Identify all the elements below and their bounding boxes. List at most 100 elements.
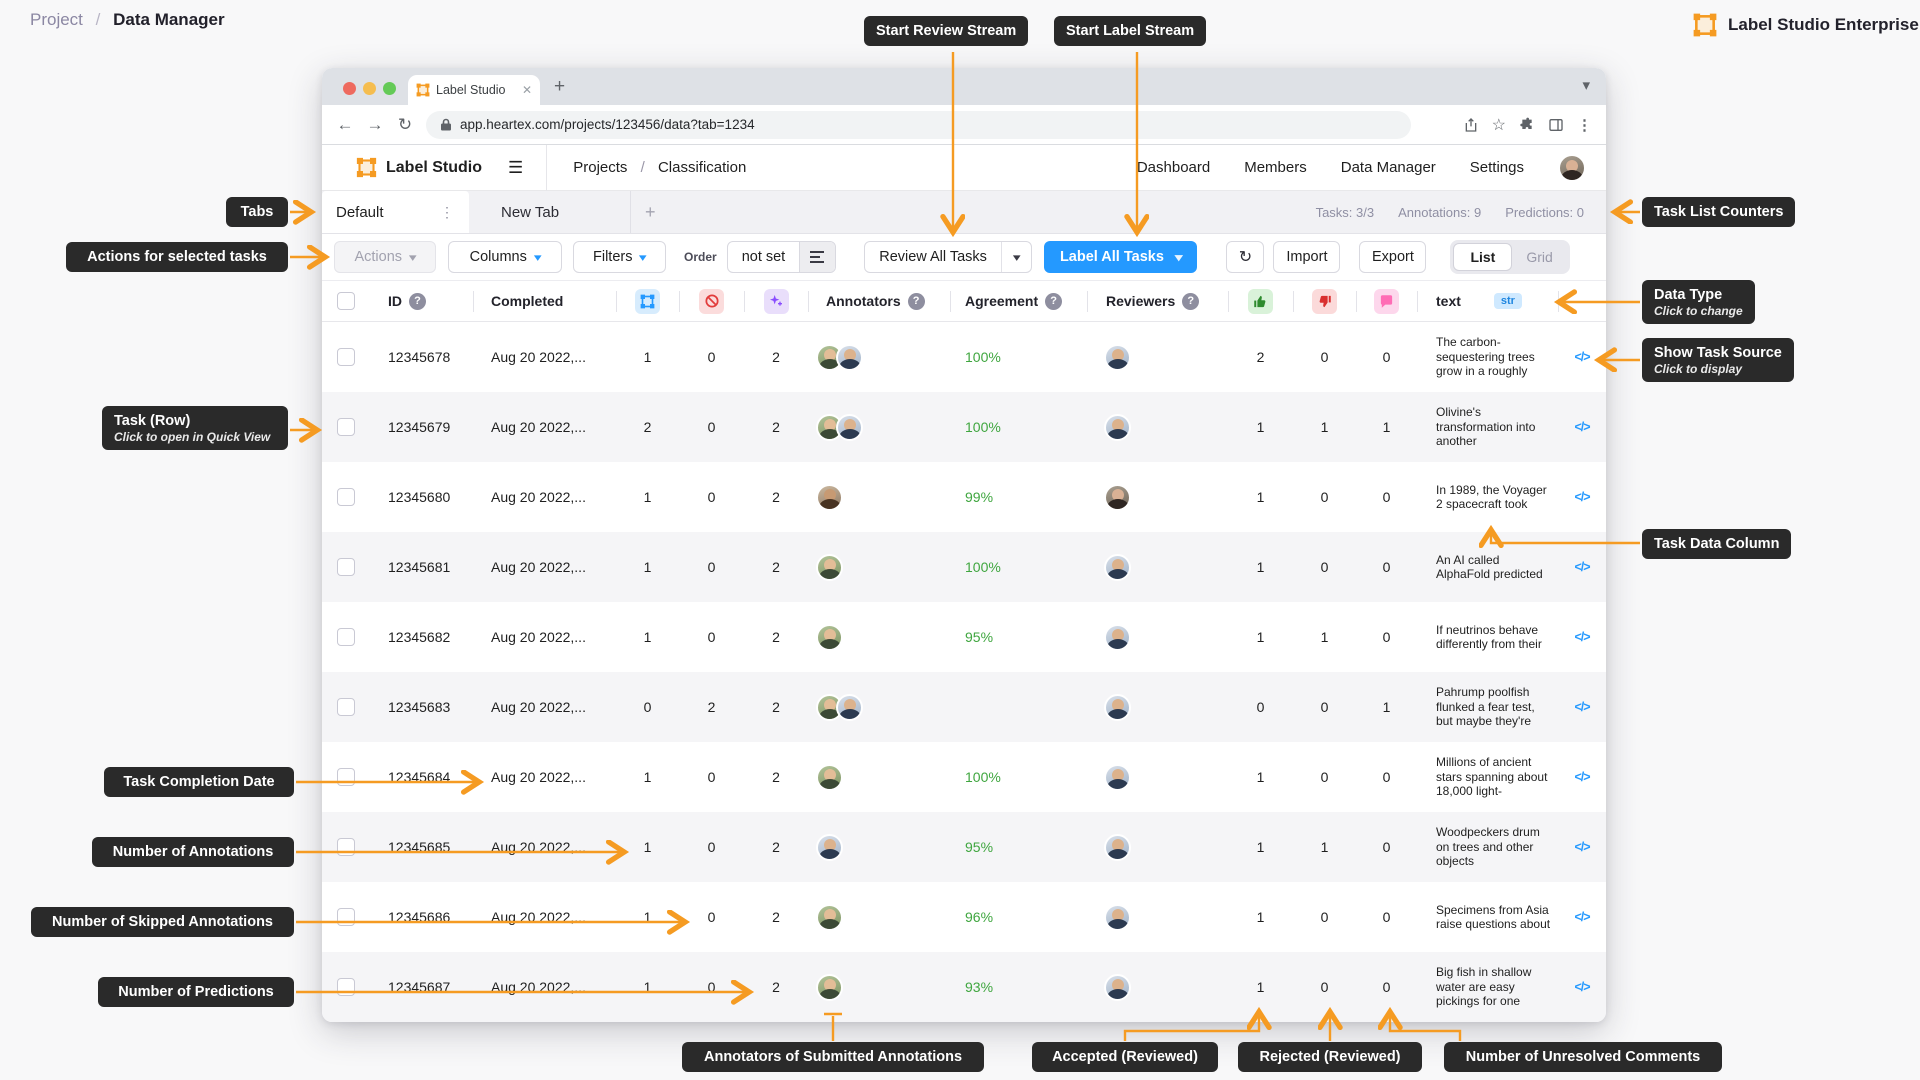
table-row[interactable]: 12345682Aug 20 2022,...10295%110If neutr… [322,602,1606,672]
export-button[interactable]: Export [1359,241,1426,273]
hamburger-menu-icon[interactable]: ☰ [508,158,523,178]
back-icon[interactable]: ← [330,115,360,135]
show-source-code-icon[interactable]: </> [1574,980,1589,994]
show-source-code-icon[interactable]: </> [1574,350,1589,364]
table-row[interactable]: 12345678Aug 20 2022,...102100%200The car… [322,322,1606,392]
row-checkbox[interactable] [337,558,355,576]
import-button[interactable]: Import [1273,241,1340,273]
user-avatar[interactable] [1558,154,1586,182]
order-dropdown[interactable]: not set [727,241,837,273]
annotations-count-icon[interactable] [635,289,660,314]
annotator-avatar[interactable] [816,484,843,511]
col-id-label[interactable]: ID [388,293,402,309]
nav-dashboard[interactable]: Dashboard [1137,159,1210,176]
annotator-avatar[interactable] [836,694,863,721]
tab-close-icon[interactable]: ✕ [522,83,532,97]
new-tab-icon[interactable]: + [554,76,565,98]
predictions-icon[interactable] [764,289,789,314]
app-logo[interactable]: Label Studio [356,157,482,178]
row-checkbox[interactable] [337,908,355,926]
window-maximize-button[interactable] [383,82,396,95]
reviewer-avatar[interactable] [1104,624,1131,651]
col-reviewers-label[interactable]: Reviewers [1106,293,1175,309]
columns-dropdown[interactable]: Columns▾ [448,241,562,273]
reviewer-avatar[interactable] [1104,764,1131,791]
reload-icon[interactable]: ↻ [390,115,420,135]
filters-dropdown[interactable]: Filters▾ [573,241,666,273]
annotator-avatar[interactable] [836,414,863,441]
data-type-badge[interactable]: str [1494,293,1522,309]
review-all-tasks-button[interactable]: Review All Tasks ▾ [864,241,1032,273]
bookmark-star-icon[interactable]: ☆ [1492,115,1506,135]
reviewer-avatar[interactable] [1104,344,1131,371]
row-checkbox[interactable] [337,488,355,506]
row-checkbox[interactable] [337,628,355,646]
nav-settings[interactable]: Settings [1470,159,1524,176]
table-row[interactable]: 12345686Aug 20 2022,...10296%100Specimen… [322,882,1606,952]
row-checkbox[interactable] [337,978,355,996]
tab-default[interactable]: Default ⋮ [322,191,469,233]
reviewer-avatar[interactable] [1104,904,1131,931]
comments-icon[interactable] [1374,289,1399,314]
chevron-down-icon[interactable]: ▾ [1582,76,1590,94]
browser-menu-kebab-icon[interactable]: ⋮ [1577,116,1592,134]
show-source-code-icon[interactable]: </> [1574,560,1589,574]
help-icon[interactable]: ? [908,293,925,310]
grid-view-button[interactable]: Grid [1512,249,1566,265]
show-source-code-icon[interactable]: </> [1574,770,1589,784]
row-checkbox[interactable] [337,768,355,786]
annotator-avatar[interactable] [816,624,843,651]
show-source-code-icon[interactable]: </> [1574,700,1589,714]
help-icon[interactable]: ? [409,293,426,310]
breadcrumb-projects-link[interactable]: Projects [573,159,627,176]
reviewer-avatar[interactable] [1104,484,1131,511]
show-source-code-icon[interactable]: </> [1574,420,1589,434]
table-row[interactable]: 12345679Aug 20 2022,...202100%111Olivine… [322,392,1606,462]
row-checkbox[interactable] [337,838,355,856]
table-row[interactable]: 12345684Aug 20 2022,...102100%100Million… [322,742,1606,812]
share-icon[interactable] [1463,117,1479,133]
forward-icon[interactable]: → [360,115,390,135]
breadcrumb-section[interactable]: Project [30,10,83,29]
tab-options-kebab-icon[interactable]: ⋮ [440,204,455,221]
reviewer-avatar[interactable] [1104,554,1131,581]
annotator-avatar[interactable] [816,974,843,1001]
table-row[interactable]: 12345681Aug 20 2022,...102100%100An AI c… [322,532,1606,602]
annotator-avatar[interactable] [816,764,843,791]
show-source-code-icon[interactable]: </> [1574,840,1589,854]
nav-members[interactable]: Members [1244,159,1307,176]
col-agreement-label[interactable]: Agreement [965,293,1038,309]
annotator-avatar[interactable] [816,904,843,931]
annotator-avatar[interactable] [816,554,843,581]
table-row[interactable]: 12345685Aug 20 2022,...10295%110Woodpeck… [322,812,1606,882]
extensions-puzzle-icon[interactable] [1519,117,1535,133]
reviewer-avatar[interactable] [1104,834,1131,861]
reviewer-avatar[interactable] [1104,414,1131,441]
rejected-thumb-down-icon[interactable] [1312,289,1337,314]
col-completed-label[interactable]: Completed [491,293,563,309]
refresh-button[interactable]: ↻ [1226,241,1264,273]
help-icon[interactable]: ? [1045,293,1062,310]
table-row[interactable]: 12345687Aug 20 2022,...10293%100Big fish… [322,952,1606,1022]
annotator-avatar[interactable] [836,344,863,371]
side-panel-icon[interactable] [1548,117,1564,133]
label-all-tasks-button[interactable]: Label All Tasks ▾ [1044,241,1198,273]
tab-new-tab[interactable]: New Tab [469,191,631,233]
show-source-code-icon[interactable]: </> [1574,490,1589,504]
help-icon[interactable]: ? [1182,293,1199,310]
window-minimize-button[interactable] [363,82,376,95]
accepted-thumb-up-icon[interactable] [1248,289,1273,314]
skipped-annotations-icon[interactable] [699,289,724,314]
reviewer-avatar[interactable] [1104,694,1131,721]
table-row[interactable]: 12345680Aug 20 2022,...10299%100In 1989,… [322,462,1606,532]
row-checkbox[interactable] [337,418,355,436]
row-checkbox[interactable] [337,348,355,366]
show-source-code-icon[interactable]: </> [1574,910,1589,924]
row-checkbox[interactable] [337,698,355,716]
sort-icon[interactable] [799,242,835,272]
annotator-avatar[interactable] [816,834,843,861]
browser-tab[interactable]: Label Studio ✕ [408,75,540,105]
col-text-label[interactable]: text [1436,293,1461,309]
reviewer-avatar[interactable] [1104,974,1131,1001]
add-tab-icon[interactable]: + [631,191,656,233]
